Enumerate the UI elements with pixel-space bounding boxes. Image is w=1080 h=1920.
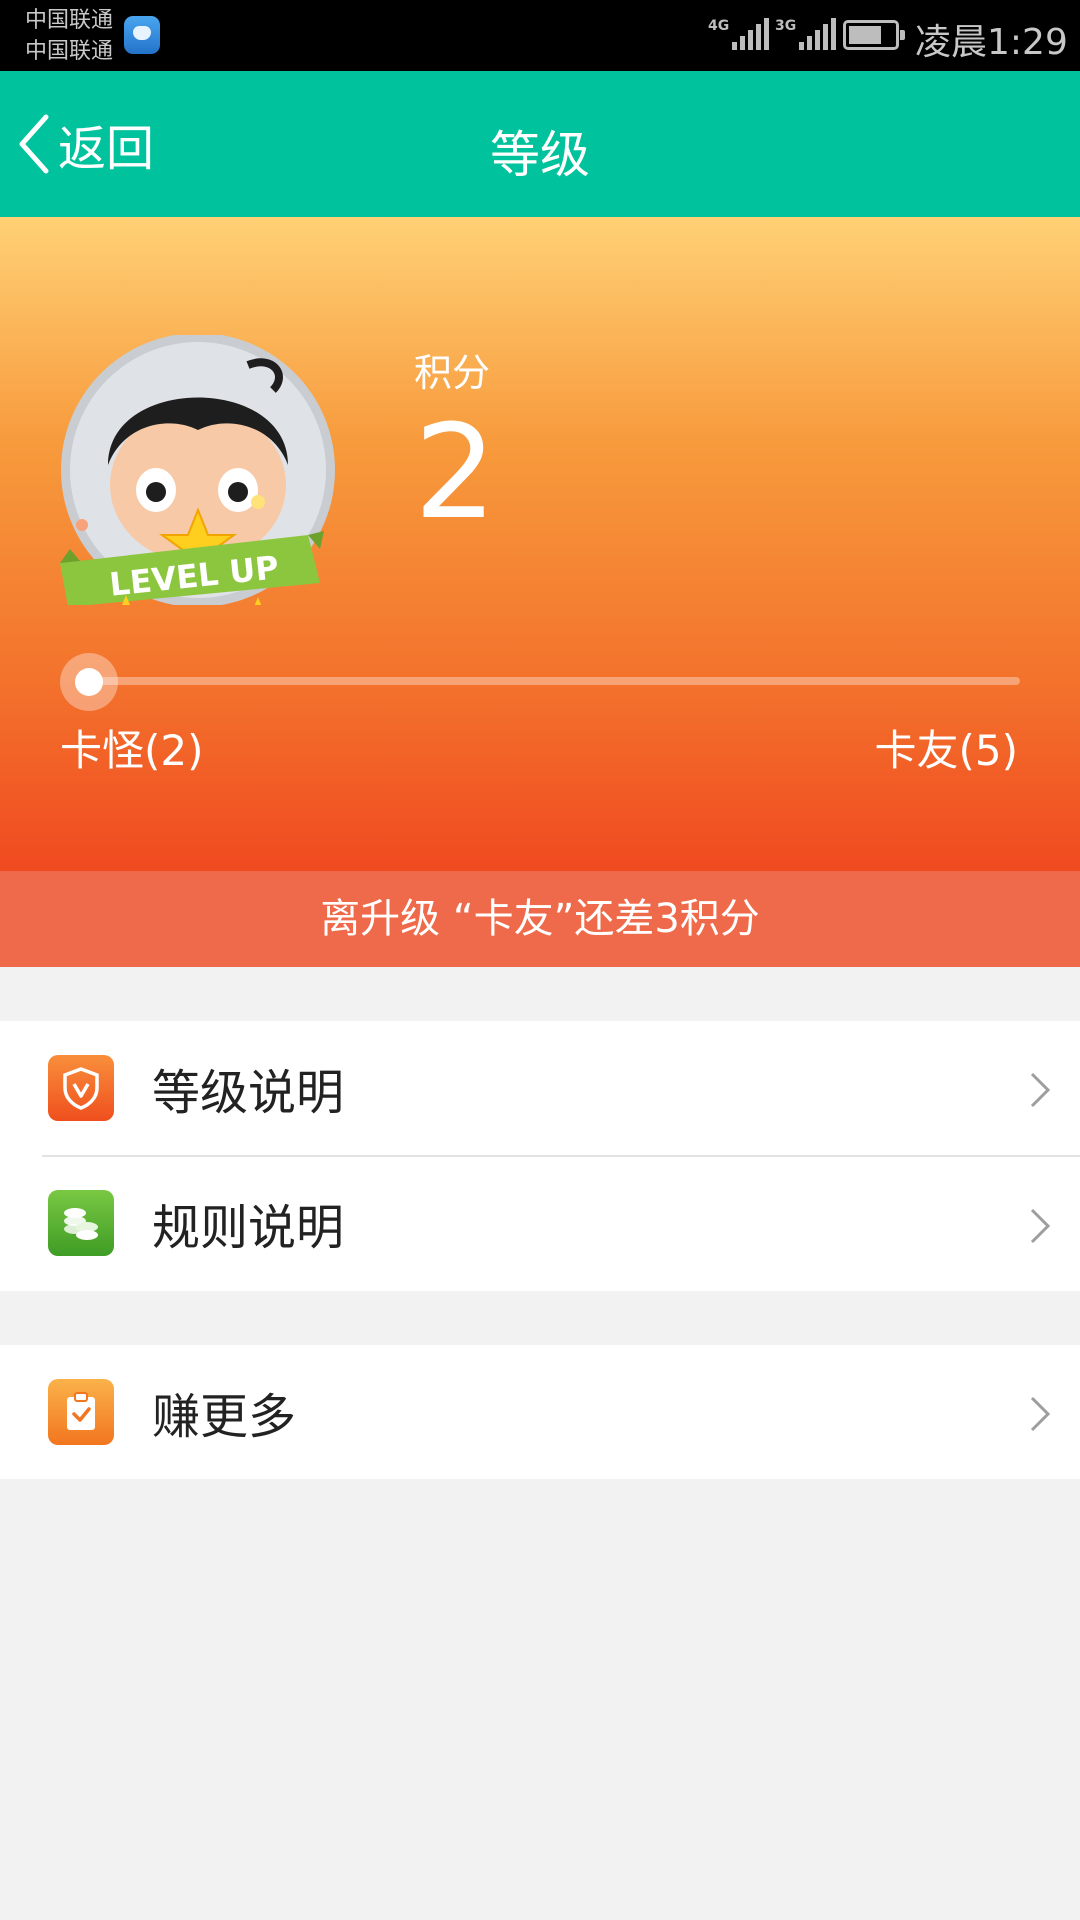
points-label: 积分 [414, 351, 491, 395]
signal-4g-icon: 4G [708, 16, 769, 52]
coins-icon [48, 1190, 114, 1256]
chevron-right-icon [1030, 1208, 1051, 1244]
network-type: 4G [708, 18, 730, 34]
status-bar: 中国联通 中国联通 4G 3G 凌晨1:29 [0, 0, 1080, 71]
level-progress-bar [88, 677, 1020, 685]
earn-more-item[interactable]: 赚更多 [0, 1345, 1080, 1479]
avatar: LEVEL UP [60, 335, 335, 605]
menu-item-label: 赚更多 [152, 1389, 297, 1445]
current-level-label: 卡怪(2) [60, 726, 204, 775]
shield-icon [48, 1055, 114, 1121]
page-title: 等级 [490, 126, 590, 184]
battery-icon [843, 20, 905, 50]
title-bar: 返回 等级 [0, 71, 1080, 217]
progress-knob [75, 668, 103, 696]
next-level-label: 卡友(5) [874, 726, 1019, 775]
rules-description-item[interactable]: 规则说明 [42, 1155, 1080, 1289]
chevron-right-icon [1030, 1396, 1051, 1432]
level-description-item[interactable]: 等级说明 [0, 1021, 1080, 1155]
carrier-name: 中国联通 [25, 39, 114, 64]
menu-item-label: 规则说明 [152, 1200, 345, 1256]
signal-3g-icon: 3G [775, 16, 836, 52]
carrier-name: 中国联通 [25, 8, 114, 33]
points-value: 2 [414, 396, 497, 548]
level-hero: LEVEL UP 积分 2 卡怪(2) 卡友(5) [0, 217, 1080, 871]
chevron-right-icon [1030, 1072, 1051, 1108]
menu-group: 等级说明 规则说明 [0, 1021, 1080, 1291]
clipboard-check-icon [48, 1379, 114, 1445]
upgrade-notice: 离升级 “卡友”还差3积分 [0, 871, 1080, 967]
menu-group: 赚更多 [0, 1345, 1080, 1479]
notification-app-icon [124, 16, 160, 54]
status-time: 凌晨1:29 [915, 22, 1068, 63]
network-type: 3G [775, 18, 797, 34]
menu-item-label: 等级说明 [152, 1065, 345, 1121]
